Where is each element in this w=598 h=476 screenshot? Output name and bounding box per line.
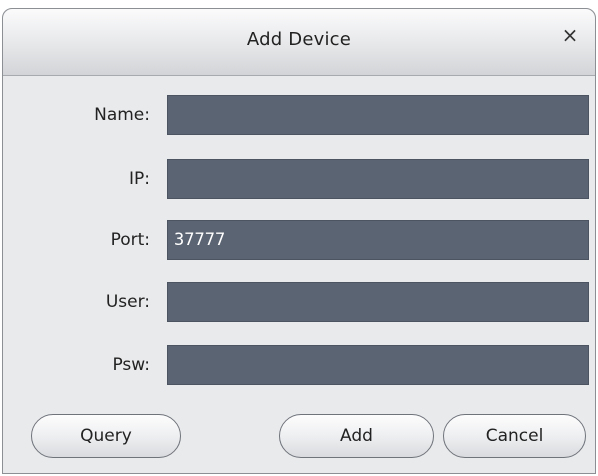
psw-label: Psw: xyxy=(112,355,150,375)
user-field[interactable] xyxy=(167,282,589,322)
port-label: Port: xyxy=(110,230,150,250)
ip-field[interactable] xyxy=(167,159,589,199)
ip-label: IP: xyxy=(129,169,150,189)
name-label: Name: xyxy=(94,105,150,125)
ip-row: IP: xyxy=(3,159,595,201)
query-button[interactable]: Query xyxy=(31,414,181,458)
close-icon[interactable]: × xyxy=(559,24,581,46)
add-button[interactable]: Add xyxy=(279,414,434,458)
add-device-dialog: Add Device × Name: IP: Port: User: Psw: … xyxy=(2,8,596,474)
user-label: User: xyxy=(105,292,150,312)
user-row: User: xyxy=(3,282,595,324)
password-field[interactable] xyxy=(167,345,589,385)
psw-row: Psw: xyxy=(3,345,595,387)
port-row: Port: xyxy=(3,220,595,262)
name-field[interactable] xyxy=(167,95,589,135)
dialog-titlebar: Add Device × xyxy=(3,9,595,76)
dialog-title: Add Device xyxy=(246,29,352,50)
cancel-button[interactable]: Cancel xyxy=(443,414,586,458)
port-field[interactable] xyxy=(167,220,589,260)
name-row: Name: xyxy=(3,95,595,137)
